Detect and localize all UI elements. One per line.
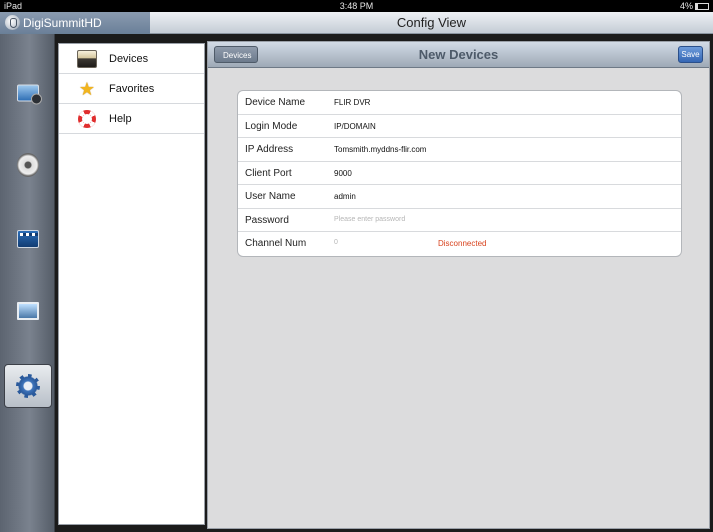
app-home-button[interactable]: DigiSummitHD <box>0 12 150 34</box>
config-button[interactable] <box>4 364 52 408</box>
password-row[interactable]: Password Please enter password <box>238 209 681 232</box>
battery-indicator: 4% <box>680 1 709 11</box>
config-menu: Devices ★ Favorites Help <box>58 43 205 525</box>
menu-item-label: Favorites <box>109 83 155 95</box>
panel-nav-bar: Devices New Devices Save <box>208 42 709 68</box>
battery-percent: 4% <box>679 1 693 11</box>
field-label: Client Port <box>245 167 292 179</box>
device-name-row[interactable]: Device Name FLIR DVR <box>238 91 681 115</box>
client-port-row[interactable]: Client Port 9000 <box>238 162 681 185</box>
panel-title: New Devices <box>418 47 499 62</box>
menu-item-devices[interactable]: Devices <box>59 44 204 74</box>
ip-address-field[interactable]: Tomsmith.myddns-flir.com <box>334 145 426 154</box>
login-mode-field[interactable]: IP/DOMAIN <box>334 122 376 131</box>
settings-gear-icon <box>16 374 40 398</box>
lifebuoy-icon <box>78 110 96 128</box>
password-field[interactable]: Please enter password <box>334 216 405 223</box>
device-name-field[interactable]: FLIR DVR <box>334 98 370 107</box>
picture-icon <box>17 302 39 320</box>
user-name-row[interactable]: User Name admin <box>238 185 681 209</box>
save-button[interactable]: Save <box>678 46 703 63</box>
status-bar: iPad 3:48 PM 4% <box>0 0 713 12</box>
field-label: Login Mode <box>245 120 298 132</box>
title-bar: DigiSummitHD Config View <box>0 12 713 34</box>
live-view-icon <box>17 84 42 105</box>
new-devices-panel: Devices New Devices Save Device Name FLI… <box>207 41 710 529</box>
field-label: Device Name <box>245 97 306 108</box>
menu-item-label: Devices <box>109 53 149 65</box>
channel-num-field[interactable]: 0 <box>334 239 338 246</box>
clock: 3:48 PM <box>339 1 374 11</box>
login-mode-row[interactable]: Login Mode IP/DOMAIN <box>238 115 681 138</box>
field-label: Password <box>245 214 289 226</box>
client-port-field[interactable]: 9000 <box>334 169 352 178</box>
live-view-button[interactable] <box>7 74 49 112</box>
field-label: Channel Num <box>245 238 307 249</box>
device-form: Device Name FLIR DVR Login Mode IP/DOMAI… <box>237 90 682 257</box>
star-icon: ★ <box>78 79 96 99</box>
menu-item-favorites[interactable]: ★ Favorites <box>59 74 204 104</box>
playback-reel-icon <box>17 153 39 177</box>
video-clip-icon <box>17 230 39 248</box>
ip-address-row[interactable]: IP Address Tomsmith.myddns-flir.com <box>238 138 681 162</box>
menu-item-help[interactable]: Help <box>59 104 204 134</box>
app-logo-icon <box>5 15 20 30</box>
field-label: IP Address <box>245 144 294 155</box>
page-title: Config View <box>396 15 467 30</box>
battery-icon <box>695 3 709 10</box>
app-name: DigiSummitHD <box>23 16 102 30</box>
connection-status: Disconnected <box>438 239 487 248</box>
menu-item-label: Help <box>109 113 132 125</box>
devices-icon <box>77 50 97 68</box>
video-clips-button[interactable] <box>7 220 49 258</box>
playback-button[interactable] <box>7 146 49 184</box>
field-label: User Name <box>245 191 296 202</box>
channel-num-row[interactable]: Channel Num 0 Disconnected <box>238 232 681 256</box>
pictures-button[interactable] <box>7 292 49 330</box>
icon-rail <box>0 34 55 532</box>
user-name-field[interactable]: admin <box>334 192 356 201</box>
